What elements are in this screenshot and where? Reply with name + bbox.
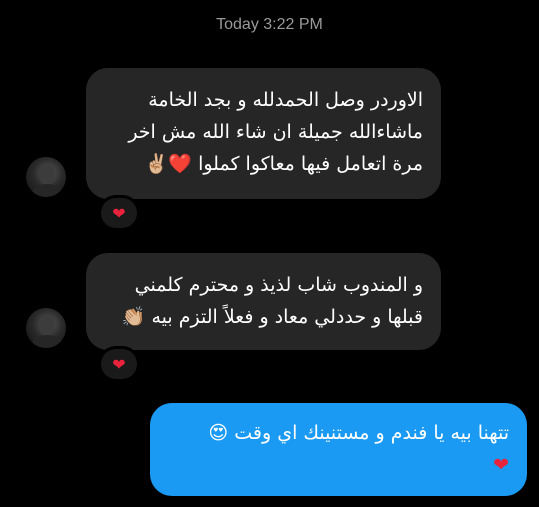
message-timestamp: Today 3:22 PM <box>216 16 323 33</box>
sender-avatar[interactable] <box>26 157 66 197</box>
message-bubble-sent[interactable]: تتهنا بيه يا فندم و مستنينك اي وقت 😍 ❤ <box>150 403 527 496</box>
red-heart-icon: ❤ <box>112 203 126 223</box>
avatar-shoulder-shape <box>32 184 62 197</box>
red-heart-icon: ❤ <box>112 354 126 374</box>
message-line: مرة اتعامل فيها معاكوا كملوا ❤️✌🏼 <box>144 153 423 175</box>
avatar-shoulder-shape <box>32 335 62 348</box>
sender-avatar[interactable] <box>26 308 66 348</box>
message-bubble-received[interactable]: و المندوب شاب لذيذ و محترم كلمني قبلها و… <box>86 253 441 350</box>
message-line: ماشاءالله جميلة ان شاء الله مش اخر <box>128 121 423 143</box>
message-line: الاوردر وصل الحمدلله و بجد الخامة <box>148 89 423 111</box>
message-line: تتهنا بيه يا فندم و مستنينك اي وقت 😍 <box>208 422 509 444</box>
message-line: و المندوب شاب لذيذ و محترم كلمني <box>134 274 423 296</box>
message-line: قبلها و حددلي معاد و فعلاً التزم بيه 👏🏼 <box>121 306 423 328</box>
heart-reaction[interactable]: ❤ <box>98 346 140 382</box>
heart-reaction[interactable]: ❤ <box>98 195 140 231</box>
red-heart-icon: ❤ <box>493 454 509 476</box>
avatar-head-shape <box>39 165 55 185</box>
avatar-head-shape <box>39 316 55 336</box>
message-bubble-received[interactable]: الاوردر وصل الحمدلله و بجد الخامة ماشاءا… <box>86 68 441 199</box>
